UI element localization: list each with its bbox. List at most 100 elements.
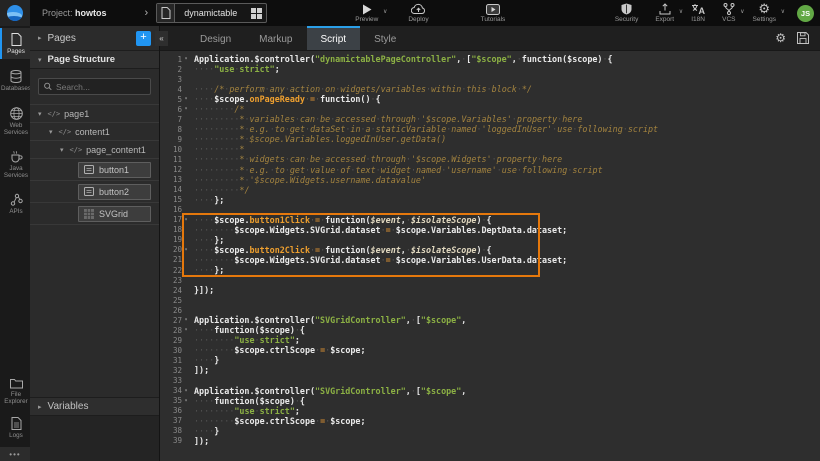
code-line[interactable]: ····"use·strict"; [194,64,820,74]
code-editor[interactable]: 1▾2345▾6▾7891011121314151617▾181920▾2122… [160,51,820,461]
code-line[interactable]: ····/*·perform·any·action·on·widgets/var… [194,84,820,94]
code-line[interactable]: ·········*·e.g.·to·get·dataSet·in·a·stat… [194,124,820,134]
line-number[interactable]: 30 [160,345,190,355]
tab-script[interactable]: Script [307,26,361,50]
i18n-button[interactable]: A I18N [691,3,705,23]
line-number[interactable]: 6▾ [160,104,190,114]
code-line[interactable]: ·········* [194,144,820,154]
code-line[interactable] [194,305,820,315]
line-number[interactable]: 2 [160,64,190,74]
add-page-button[interactable]: + [136,31,151,46]
tab-design[interactable]: Design [186,26,245,50]
line-number[interactable]: 33 [160,376,190,386]
page-selector[interactable]: dynamictable [156,3,267,23]
rail-item-web-services[interactable]: Web Services [0,102,30,140]
code-line[interactable]: ·········*·'$scope.Widgets.username.data… [194,175,820,185]
line-number[interactable]: 14 [160,185,190,195]
line-number[interactable]: 15 [160,195,190,205]
line-number[interactable]: 21 [160,255,190,265]
code-line[interactable]: ]); [194,365,820,375]
code-line[interactable]: ········"use·strict"; [194,406,820,416]
vcs-button[interactable]: VCS ∨ [722,3,735,23]
user-avatar[interactable]: JS [797,5,814,22]
line-number[interactable]: 5▾ [160,94,190,104]
code-line[interactable]: ····$scope.onPageReady·=·function()·{ [194,94,820,104]
search-box[interactable] [38,78,151,95]
line-number[interactable]: 19 [160,235,190,245]
line-number[interactable]: 25 [160,295,190,305]
code-line[interactable] [194,74,820,84]
line-number[interactable]: 17▾ [160,215,190,225]
tree-node-page1[interactable]: ▾ </> page1 [30,105,159,123]
tree-node-content1[interactable]: ▾ </> content1 [30,123,159,141]
code-line[interactable]: ····}; [194,235,820,245]
code-line[interactable]: ····}; [194,265,820,275]
line-number[interactable]: 8 [160,124,190,134]
line-number[interactable]: 11 [160,154,190,164]
code-line[interactable]: ········$scope.ctrlScope·=·$scope; [194,345,820,355]
code-line[interactable]: ····$scope.button1Click·=·function($even… [194,215,820,225]
code-line[interactable]: ]); [194,436,820,446]
code-line[interactable] [194,205,820,215]
line-number[interactable]: 16 [160,205,190,215]
tab-markup[interactable]: Markup [245,26,306,50]
tab-style[interactable]: Style [360,26,410,50]
app-logo[interactable] [0,0,30,26]
variables-section-header[interactable]: ▸ Variables [30,397,159,416]
line-number[interactable]: 10 [160,144,190,154]
code-line[interactable]: ····function($scope)·{ [194,396,820,406]
rail-item-pages[interactable]: Pages [0,28,30,59]
code-line[interactable]: }]); [194,285,820,295]
rail-more-button[interactable]: ••• [0,447,30,461]
line-number[interactable]: 32 [160,365,190,375]
preview-button[interactable]: Preview ∨ [355,3,378,23]
line-number[interactable]: 28▾ [160,325,190,335]
code-line[interactable]: Application.$controller("dynamictablePag… [194,54,820,64]
line-number[interactable]: 4 [160,84,190,94]
tutorials-button[interactable]: Tutorials [481,3,506,23]
line-number[interactable]: 9 [160,134,190,144]
line-number[interactable]: 26 [160,305,190,315]
page-structure-header[interactable]: ▾ Page Structure [30,50,159,69]
line-number[interactable]: 24 [160,285,190,295]
line-number[interactable]: 23 [160,275,190,285]
code-line[interactable]: ·········*·$scope.Variables.loggedInUser… [194,134,820,144]
line-number[interactable]: 22 [160,265,190,275]
settings-button[interactable]: ⚙ Settings ∨ [753,3,777,23]
code-line[interactable] [194,376,820,386]
code-line[interactable]: ········"use·strict"; [194,335,820,345]
tree-node-button2[interactable]: button2 [30,181,159,203]
collapse-panel-button[interactable]: « [155,31,168,46]
code-line[interactable]: ········$scope.Widgets.SVGrid.dataset·=·… [194,225,820,235]
line-number[interactable]: 13 [160,175,190,185]
code-line[interactable]: Application.$controller("SVGridControlle… [194,386,820,396]
line-number[interactable]: 20▾ [160,245,190,255]
security-button[interactable]: Security [615,3,638,23]
code-line[interactable]: ········$scope.ctrlScope·=·$scope; [194,416,820,426]
rail-item-java-services[interactable]: Java Services [0,145,30,183]
tree-node-page-content1[interactable]: ▾ </> page_content1 [30,141,159,159]
line-number[interactable]: 34▾ [160,386,190,396]
line-number[interactable]: 12 [160,165,190,175]
line-number[interactable]: 1▾ [160,54,190,64]
deploy-button[interactable]: Deploy [408,3,428,23]
search-input[interactable] [56,82,145,92]
code-line[interactable]: ····function($scope)·{ [194,325,820,335]
tree-node-button1[interactable]: button1 [30,159,159,181]
code-line[interactable]: ·········*·widgets·can·be·accessed·throu… [194,154,820,164]
tree-node-svgrid[interactable]: SVGrid [30,203,159,225]
line-number[interactable]: 27▾ [160,315,190,325]
code-line[interactable]: ····} [194,426,820,436]
save-icon[interactable] [797,32,809,44]
line-number[interactable]: 18 [160,225,190,235]
code-line[interactable]: Application.$controller("SVGridControlle… [194,315,820,325]
line-number[interactable]: 38 [160,426,190,436]
line-number[interactable]: 36 [160,406,190,416]
code-line[interactable] [194,295,820,305]
rail-item-file-explorer[interactable]: File Explorer [0,373,30,409]
line-number[interactable]: 39 [160,436,190,446]
code-line[interactable]: ········$scope.Widgets.SVGrid.dataset·=·… [194,255,820,265]
line-number[interactable]: 31 [160,355,190,365]
line-number[interactable]: 7 [160,114,190,124]
export-button[interactable]: Export ∨ [655,3,674,23]
